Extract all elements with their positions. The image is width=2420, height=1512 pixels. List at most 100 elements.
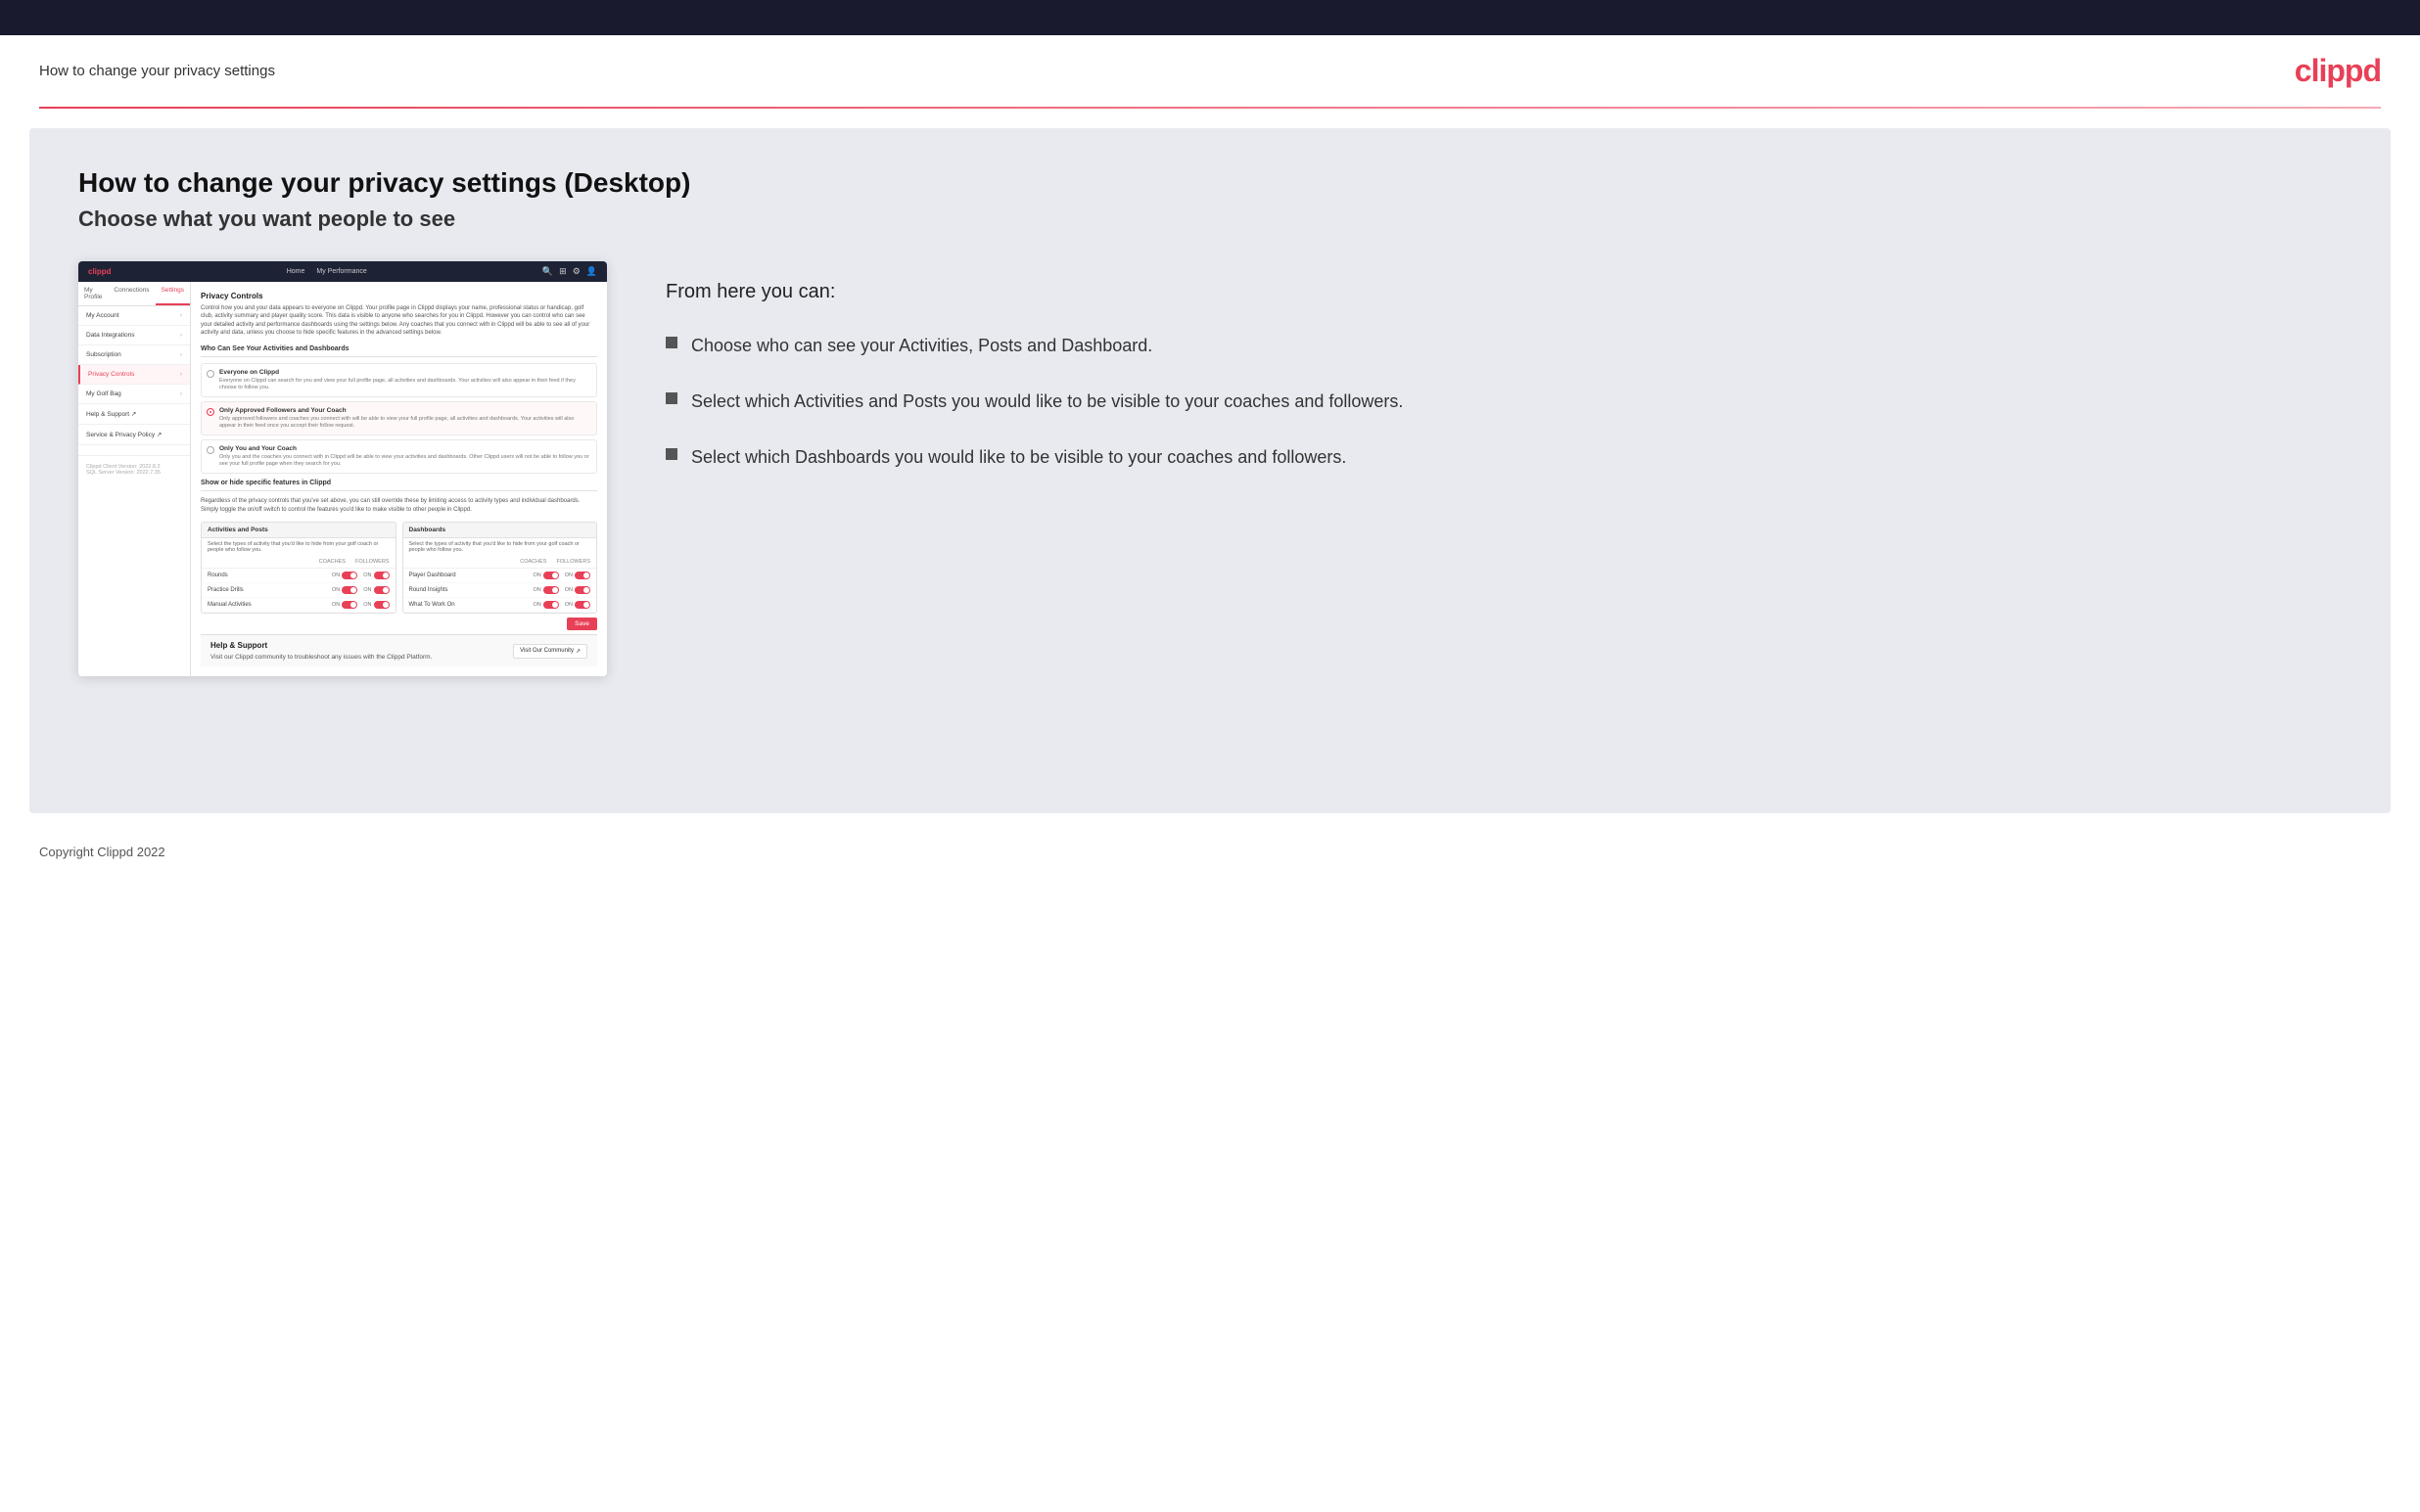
dashboards-cols: COACHES FOLLOWERS xyxy=(403,556,597,569)
work-coaches-toggle xyxy=(543,601,559,609)
manual-coaches-toggle xyxy=(342,601,357,609)
toggle-player-dashboard: Player Dashboard ON ON xyxy=(403,569,597,583)
bullet-list: Choose who can see your Activities, Post… xyxy=(666,333,2332,471)
dashboards-desc: Select the types of activity that you'd … xyxy=(403,538,597,556)
top-bar xyxy=(0,0,2420,35)
toggle-practice: Practice Drills ON ON xyxy=(202,583,396,598)
header-divider xyxy=(39,107,2381,109)
sidebar-item-subscription: Subscription › xyxy=(78,345,190,365)
chevron-right-icon: › xyxy=(180,313,182,319)
mockup-help-title: Help & Support xyxy=(210,641,432,650)
list-item: Select which Dashboards you would like t… xyxy=(666,444,2332,471)
bullet-text-1: Choose who can see your Activities, Post… xyxy=(691,333,1152,359)
bullet-text-2: Select which Activities and Posts you wo… xyxy=(691,389,1403,415)
bell-icon: ⚙ xyxy=(573,266,581,277)
insights-followers-toggle xyxy=(575,586,590,594)
chevron-right-icon: › xyxy=(180,391,182,397)
save-row: Save xyxy=(201,614,597,634)
mockup-show-hide-title: Show or hide specific features in Clippd xyxy=(201,480,597,491)
mockup-sidebar: My Profile Connections Settings My Accou… xyxy=(78,282,191,676)
radio-followers-coach: Only Approved Followers and Your Coach O… xyxy=(201,401,597,435)
footer: Copyright Clippd 2022 xyxy=(0,833,2420,871)
toggle-what-to-work: What To Work On ON ON xyxy=(403,598,597,613)
sidebar-item-golf-bag: My Golf Bag › xyxy=(78,385,190,404)
chevron-right-icon: › xyxy=(180,333,182,339)
screenshot-mockup: clippd Home My Performance 🔍 ⊞ ⚙ 👤 My xyxy=(78,261,607,676)
manual-followers-toggle xyxy=(374,601,390,609)
insights-coaches-toggle xyxy=(543,586,559,594)
content-row: clippd Home My Performance 🔍 ⊞ ⚙ 👤 My xyxy=(78,261,2342,676)
mockup-logo: clippd xyxy=(88,267,112,276)
search-icon: 🔍 xyxy=(542,266,553,277)
mockup-save-button[interactable]: Save xyxy=(567,618,597,630)
player-coaches-toggle xyxy=(543,572,559,579)
toggle-manual: Manual Activities ON ON xyxy=(202,598,396,613)
sidebar-item-help: Help & Support ↗ xyxy=(78,404,190,425)
radio-circle-followers xyxy=(207,408,214,416)
bullet-icon xyxy=(666,448,677,460)
logo: clippd xyxy=(2295,53,2381,89)
mockup-privacy-title: Privacy Controls xyxy=(201,292,597,300)
rounds-followers-toggle xyxy=(374,572,390,579)
sidebar-item-account: My Account › xyxy=(78,306,190,326)
bullet-icon xyxy=(666,337,677,348)
activities-cols: COACHES FOLLOWERS xyxy=(202,556,396,569)
mockup-nav-icons: 🔍 ⊞ ⚙ 👤 xyxy=(542,266,597,277)
mockup-privacy-desc: Control how you and your data appears to… xyxy=(201,304,597,338)
radio-everyone: Everyone on Clippd Everyone on Clippd ca… xyxy=(201,363,597,397)
list-item: Choose who can see your Activities, Post… xyxy=(666,333,2332,359)
mockup-help-section: Help & Support Visit our Clippd communit… xyxy=(201,634,597,666)
mockup-who-section: Who Can See Your Activities and Dashboar… xyxy=(201,345,597,357)
practice-followers-toggle xyxy=(374,586,390,594)
mockup-toggles-row: Activities and Posts Select the types of… xyxy=(201,522,597,614)
mockup-nav: Home My Performance xyxy=(287,268,367,275)
sidebar-item-privacy-policy: Service & Privacy Policy ↗ xyxy=(78,425,190,445)
bullet-text-3: Select which Dashboards you would like t… xyxy=(691,444,1346,471)
page-subheading: Choose what you want people to see xyxy=(78,206,2342,232)
mockup-tab-settings: Settings xyxy=(156,282,191,305)
activities-panel-header: Activities and Posts xyxy=(202,523,396,538)
page-heading: How to change your privacy settings (Des… xyxy=(78,167,2342,199)
mockup-radio-group: Everyone on Clippd Everyone on Clippd ca… xyxy=(201,363,597,475)
copyright: Copyright Clippd 2022 xyxy=(39,845,165,859)
radio-circle-everyone xyxy=(207,370,214,378)
header: How to change your privacy settings clip… xyxy=(0,35,2420,107)
activities-desc: Select the types of activity that you'd … xyxy=(202,538,396,556)
avatar: 👤 xyxy=(586,266,597,277)
toggle-round-insights: Round Insights ON ON xyxy=(403,583,597,598)
grid-icon: ⊞ xyxy=(559,266,567,277)
radio-only-you: Only You and Your Coach Only you and the… xyxy=(201,439,597,474)
list-item: Select which Activities and Posts you wo… xyxy=(666,389,2332,415)
bullet-icon xyxy=(666,392,677,404)
rounds-coaches-toggle xyxy=(342,572,357,579)
mockup-tab-connections: Connections xyxy=(108,282,155,305)
mockup-topbar: clippd Home My Performance 🔍 ⊞ ⚙ 👤 xyxy=(78,261,607,282)
mockup-help-desc: Visit our Clippd community to troublesho… xyxy=(210,654,432,661)
practice-coaches-toggle xyxy=(342,586,357,594)
radio-circle-you xyxy=(207,446,214,454)
external-link-icon: ↗ xyxy=(576,648,581,655)
mockup-main: Privacy Controls Control how you and you… xyxy=(191,282,607,676)
sidebar-item-privacy: Privacy Controls › xyxy=(78,365,190,385)
mockup-sidebar-tabs: My Profile Connections Settings xyxy=(78,282,190,306)
work-followers-toggle xyxy=(575,601,590,609)
mockup-version: Clippd Client Version: 2022.8.2SQL Serve… xyxy=(78,455,190,483)
player-followers-toggle xyxy=(575,572,590,579)
right-panel: From here you can: Choose who can see yo… xyxy=(646,261,2342,500)
mockup-body: My Profile Connections Settings My Accou… xyxy=(78,282,607,676)
visit-community-button[interactable]: Visit Our Community ↗ xyxy=(513,644,587,659)
mockup-tab-profile: My Profile xyxy=(78,282,108,305)
chevron-right-icon: › xyxy=(180,352,182,358)
mockup-nav-home: Home xyxy=(287,268,305,275)
dashboards-panel-header: Dashboards xyxy=(403,523,597,538)
toggle-rounds: Rounds ON ON xyxy=(202,569,396,583)
sidebar-item-data-integrations: Data Integrations › xyxy=(78,326,190,345)
main-content: How to change your privacy settings (Des… xyxy=(29,128,2391,813)
chevron-right-icon: › xyxy=(180,372,182,378)
activities-panel: Activities and Posts Select the types of… xyxy=(201,522,396,614)
dashboards-panel: Dashboards Select the types of activity … xyxy=(402,522,598,614)
from-here-label: From here you can: xyxy=(666,281,2332,303)
header-title: How to change your privacy settings xyxy=(39,63,275,79)
mockup-nav-performance: My Performance xyxy=(316,268,366,275)
mockup-show-hide-desc: Regardless of the privacy controls that … xyxy=(201,497,597,514)
